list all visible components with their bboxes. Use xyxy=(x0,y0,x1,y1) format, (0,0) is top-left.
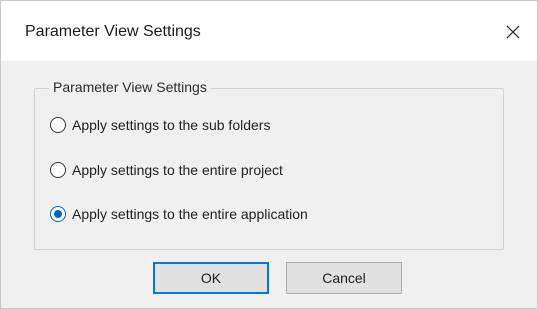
radio-entire-application[interactable] xyxy=(50,206,66,222)
title-bar: Parameter View Settings xyxy=(1,1,537,61)
dialog-body: Parameter View Settings Apply settings t… xyxy=(1,61,537,308)
option-label-entire-application: Apply settings to the entire application xyxy=(72,206,308,222)
ok-button[interactable]: OK xyxy=(153,262,269,294)
option-sub-folders[interactable]: Apply settings to the sub folders xyxy=(50,117,270,133)
option-entire-project[interactable]: Apply settings to the entire project xyxy=(50,162,283,178)
cancel-button[interactable]: Cancel xyxy=(286,262,402,294)
close-icon xyxy=(506,25,520,39)
close-button[interactable] xyxy=(489,7,537,57)
group-box-title: Parameter View Settings xyxy=(49,79,211,95)
radio-entire-project[interactable] xyxy=(50,162,66,178)
radio-sub-folders[interactable] xyxy=(50,117,66,133)
window-title: Parameter View Settings xyxy=(25,23,201,40)
option-label-sub-folders: Apply settings to the sub folders xyxy=(72,117,271,133)
settings-group-box: Parameter View Settings Apply settings t… xyxy=(34,79,504,250)
option-label-entire-project: Apply settings to the entire project xyxy=(72,162,283,178)
option-entire-application[interactable]: Apply settings to the entire application xyxy=(50,206,308,222)
parameter-view-settings-dialog: Parameter View Settings Parameter View S… xyxy=(0,0,538,309)
